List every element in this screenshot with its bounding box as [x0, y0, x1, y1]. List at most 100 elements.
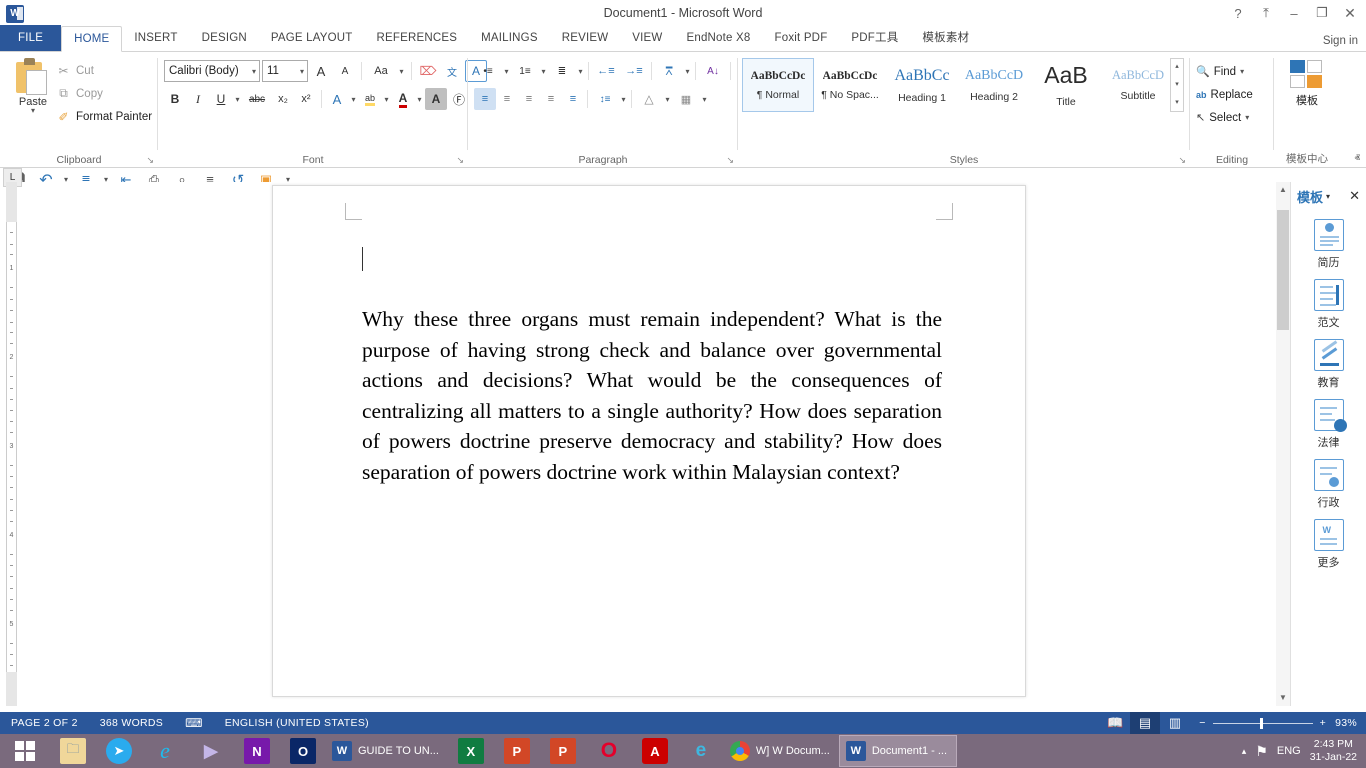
enclose-characters-button[interactable]: Ⓕ: [448, 88, 470, 110]
zoom-slider[interactable]: − +: [1190, 717, 1335, 729]
taskbar-internet-explorer[interactable]: e: [142, 734, 188, 768]
taskbar-window-word-guide[interactable]: W GUIDE TO UN...: [326, 735, 448, 767]
close-icon[interactable]: ✕: [1349, 188, 1360, 204]
style-subtitle[interactable]: AaBbCcD Subtitle: [1102, 58, 1174, 112]
tab-page-layout[interactable]: PAGE LAYOUT: [259, 26, 365, 51]
bullets-button[interactable]: •≡: [474, 60, 502, 82]
zoom-thumb[interactable]: [1260, 718, 1263, 729]
font-color-button[interactable]: A: [392, 88, 414, 110]
tab-foxit-pdf[interactable]: Foxit PDF: [763, 26, 840, 51]
minimize-button[interactable]: –: [1280, 0, 1308, 26]
sort-button[interactable]: A↓: [699, 60, 727, 82]
style-no-spacing[interactable]: AaBbCcDc ¶ No Spac...: [814, 58, 886, 112]
tab-insert[interactable]: INSERT: [122, 26, 189, 51]
tab-review[interactable]: REVIEW: [550, 26, 621, 51]
font-size-combobox[interactable]: 11 ▾: [262, 60, 308, 82]
shading-arrow[interactable]: ▾: [663, 95, 672, 104]
line-spacing-arrow[interactable]: ▾: [619, 95, 628, 104]
font-name-dropdown-icon[interactable]: ▾: [249, 67, 256, 76]
template-item-admin[interactable]: 行政: [1291, 459, 1366, 510]
shading-button[interactable]: △: [635, 88, 663, 110]
document-page[interactable]: Why these three organs must remain indep…: [272, 185, 1026, 697]
increase-indent-button[interactable]: →≡: [620, 60, 648, 82]
start-button[interactable]: [0, 734, 50, 768]
template-item-law[interactable]: 法律: [1291, 399, 1366, 450]
template-button[interactable]: 模板: [1284, 60, 1330, 108]
align-right-button[interactable]: ≡: [518, 88, 540, 110]
change-case-button[interactable]: Aa: [367, 60, 395, 82]
text-highlight-button[interactable]: ab: [359, 88, 381, 110]
bullets-arrow[interactable]: ▾: [502, 67, 511, 76]
tab-pdf-tools[interactable]: PDF工具: [839, 26, 910, 51]
taskbar-window-document1[interactable]: W Document1 - ...: [839, 735, 957, 767]
scroll-up-arrow[interactable]: ▲: [1276, 182, 1290, 198]
borders-button[interactable]: ▦: [672, 88, 700, 110]
help-button[interactable]: ?: [1224, 0, 1252, 26]
distributed-button[interactable]: ≡: [562, 88, 584, 110]
print-layout-button[interactable]: ▤: [1130, 712, 1160, 734]
justify-button[interactable]: ≡: [540, 88, 562, 110]
paste-dropdown-arrow[interactable]: ▾: [10, 106, 56, 115]
copy-button[interactable]: ⧉ Copy: [52, 82, 152, 105]
find-button[interactable]: 🔍 Find ▾: [1190, 60, 1253, 83]
select-arrow[interactable]: ▾: [1245, 113, 1249, 122]
paragraph-dialog-launcher[interactable]: ↘: [726, 155, 734, 166]
zoom-out-button[interactable]: −: [1199, 717, 1205, 729]
text-effects-button[interactable]: A: [326, 88, 348, 110]
font-name-combobox[interactable]: Calibri (Body) ▾: [164, 60, 260, 82]
taskbar-excel[interactable]: X: [448, 734, 494, 768]
show-hidden-icons[interactable]: ▴: [1242, 746, 1247, 757]
clipboard-dialog-launcher[interactable]: ↘: [146, 155, 154, 166]
zoom-in-button[interactable]: +: [1320, 717, 1326, 729]
tab-design[interactable]: DESIGN: [190, 26, 259, 51]
tab-file[interactable]: FILE: [0, 25, 61, 51]
taskbar-powerpoint-2[interactable]: P: [540, 734, 586, 768]
shrink-font-button[interactable]: A: [334, 60, 356, 82]
web-layout-button[interactable]: ▥: [1160, 712, 1190, 734]
taskbar-adobe-reader[interactable]: A: [632, 734, 678, 768]
font-color-arrow[interactable]: ▾: [415, 95, 424, 104]
tab-references[interactable]: REFERENCES: [365, 26, 470, 51]
grow-font-button[interactable]: A: [310, 60, 332, 82]
word-count[interactable]: 368 WORDS: [89, 717, 174, 729]
select-button[interactable]: ↖ Select ▾: [1190, 106, 1253, 129]
superscript-button[interactable]: x²: [295, 88, 317, 110]
phonetic-guide-button[interactable]: 文: [441, 60, 463, 82]
style-heading-1[interactable]: AaBbCc Heading 1: [886, 58, 958, 112]
clear-formatting-button[interactable]: ⌦: [417, 60, 439, 82]
document-body-text[interactable]: Why these three organs must remain indep…: [362, 304, 942, 487]
read-mode-button[interactable]: 📖: [1100, 712, 1130, 734]
taskbar-onenote[interactable]: N: [234, 734, 280, 768]
language-indicator[interactable]: ENGLISH (UNITED STATES): [214, 717, 380, 729]
restore-button[interactable]: ❐: [1308, 0, 1336, 26]
style-title[interactable]: AaB Title: [1030, 58, 1102, 112]
scroll-down-arrow[interactable]: ▼: [1276, 690, 1290, 706]
align-center-button[interactable]: ≡: [496, 88, 518, 110]
style-heading-2[interactable]: AaBbCcD Heading 2: [958, 58, 1030, 112]
align-left-button[interactable]: ≡: [474, 88, 496, 110]
template-item-more[interactable]: W 更多: [1291, 519, 1366, 570]
decrease-indent-button[interactable]: ←≡: [592, 60, 620, 82]
tab-home[interactable]: HOME: [61, 26, 122, 52]
underline-button[interactable]: U: [210, 88, 232, 110]
paste-button[interactable]: Paste ▾: [10, 58, 56, 115]
styles-more-button[interactable]: ▾: [1175, 95, 1179, 111]
numbering-button[interactable]: 1≡: [511, 60, 539, 82]
font-dialog-launcher[interactable]: ↘: [456, 155, 464, 166]
language-indicator[interactable]: ENG: [1277, 745, 1301, 757]
tab-view[interactable]: VIEW: [620, 26, 674, 51]
taskbar-opera[interactable]: O: [586, 734, 632, 768]
taskbar-window-chrome[interactable]: W] W Docum...: [724, 735, 839, 767]
ribbon-display-options-icon[interactable]: ⤒: [1252, 0, 1280, 26]
chevron-down-icon[interactable]: ▾: [1326, 192, 1330, 201]
asian-layout-button[interactable]: ⩞: [655, 60, 683, 82]
document-canvas[interactable]: Why these three organs must remain indep…: [24, 182, 1290, 706]
action-center-flag-icon[interactable]: ⚑: [1255, 743, 1268, 760]
template-item-resume[interactable]: 简历: [1291, 219, 1366, 270]
font-size-dropdown-icon[interactable]: ▾: [297, 67, 304, 76]
close-button[interactable]: ✕: [1336, 0, 1364, 26]
taskbar-edge[interactable]: e: [678, 734, 724, 768]
zoom-track[interactable]: [1213, 723, 1313, 724]
asian-layout-arrow[interactable]: ▾: [683, 67, 692, 76]
tab-endnote[interactable]: EndNote X8: [674, 26, 762, 51]
